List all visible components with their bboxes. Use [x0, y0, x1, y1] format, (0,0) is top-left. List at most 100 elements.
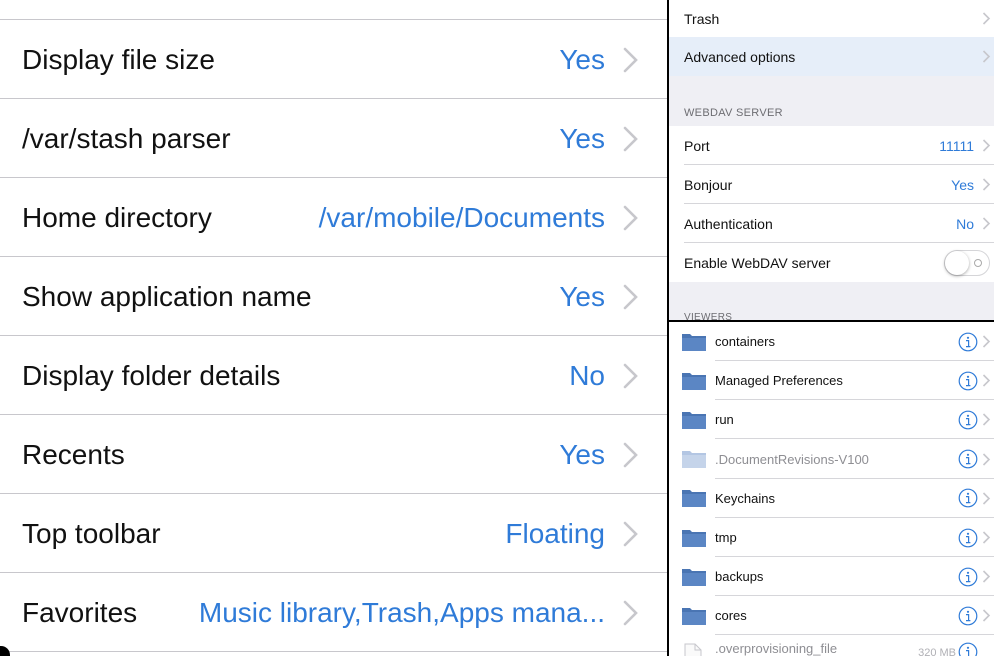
file-size: 320 MB — [918, 647, 956, 656]
setting-row[interactable]: Recents Yes — [0, 415, 667, 494]
info-icon[interactable] — [958, 488, 978, 508]
folder-name: containers — [715, 334, 775, 349]
folder-name: backups — [715, 569, 764, 585]
folder-row[interactable]: backups — [669, 557, 994, 597]
chevron-right-icon — [982, 335, 991, 348]
setting-value: Yes — [559, 43, 605, 75]
folder-icon — [682, 333, 706, 351]
enable-webdav-row: Enable WebDAV server — [669, 243, 994, 282]
settings-list-left: Display file size Yes/var/stash parser Yes… — [0, 0, 667, 656]
setting-label: Favorites — [22, 596, 138, 628]
info-icon[interactable] — [958, 449, 978, 469]
info-icon[interactable] — [958, 410, 978, 430]
authentication-value: No — [956, 215, 974, 232]
split-screen: Display file size Yes/var/stash parser Yes… — [0, 0, 994, 656]
trash-label: Trash — [684, 10, 720, 27]
folder-row[interactable]: Keychains — [669, 479, 994, 518]
setting-row[interactable]: Favorites Music library,Trash,Apps mana..… — [0, 573, 667, 652]
chevron-right-icon — [982, 50, 991, 63]
setting-label: Home directory — [22, 201, 212, 233]
setting-value: Music library,Trash,Apps mana... — [198, 596, 605, 628]
port-value: 11111 — [939, 137, 974, 154]
folder-name: cores — [715, 608, 747, 624]
folder-row[interactable]: run — [669, 400, 994, 440]
setting-value: Floating — [505, 517, 605, 549]
enable-webdav-toggle[interactable] — [944, 249, 990, 276]
advanced-options-label: Advanced options — [684, 48, 796, 65]
chevron-right-icon — [982, 217, 991, 230]
toggle-off-icon — [974, 258, 982, 267]
info-icon[interactable] — [958, 528, 978, 548]
viewers-section-header: VIEWERS — [684, 312, 733, 320]
enable-webdav-label: Enable WebDAV server — [684, 254, 831, 271]
port-row[interactable]: Port 11111 — [669, 126, 994, 165]
folder-icon — [682, 607, 706, 625]
folder-row[interactable]: tmp — [669, 518, 994, 557]
folder-icon — [682, 490, 706, 508]
setting-label: Show application name — [22, 280, 312, 312]
setting-row[interactable]: Display file size Yes — [0, 20, 667, 99]
chevron-right-icon — [982, 492, 991, 505]
file-row[interactable]: .overprovisioning_file 320 MB — [669, 634, 994, 656]
folder-row[interactable]: cores — [669, 596, 994, 636]
info-icon[interactable] — [958, 371, 978, 391]
chevron-right-icon — [982, 609, 991, 622]
chevron-right-icon — [982, 374, 991, 387]
chevron-right-icon — [982, 12, 991, 25]
split-divider-horizontal[interactable] — [669, 320, 994, 322]
chevron-right-icon — [982, 453, 991, 466]
divider — [0, 651, 667, 652]
folder-name: Managed Preferences — [715, 373, 843, 389]
setting-row[interactable]: Show application name Yes — [0, 257, 667, 336]
chevron-right-icon — [623, 600, 638, 625]
chevron-right-icon — [623, 363, 638, 388]
chevron-right-icon — [623, 442, 638, 467]
chevron-right-icon — [982, 178, 991, 191]
chevron-right-icon — [982, 413, 991, 426]
advanced-options-row[interactable]: Advanced options — [669, 37, 994, 76]
setting-label: Display file size — [22, 43, 215, 75]
file-icon — [684, 643, 702, 656]
chevron-right-icon — [623, 205, 638, 230]
folder-icon — [682, 451, 706, 469]
setting-row[interactable]: Top toolbar Floating — [0, 494, 667, 573]
toggle-knob — [945, 250, 969, 275]
info-icon[interactable] — [958, 642, 978, 656]
folder-row[interactable]: containers — [669, 322, 994, 361]
folder-icon — [682, 411, 706, 429]
port-label: Port — [684, 137, 710, 154]
info-icon[interactable] — [958, 567, 978, 587]
setting-row[interactable]: Home directory/var/mobile/Documents — [0, 178, 667, 257]
chevron-right-icon — [982, 139, 991, 152]
folder-name: Keychains — [715, 490, 775, 506]
settings-panel: Trash Advanced options WEBDAV SERVER Por… — [669, 0, 994, 320]
chevron-right-icon — [623, 126, 638, 151]
folder-icon — [682, 568, 706, 586]
setting-row[interactable]: Display folder details No — [0, 336, 667, 415]
folder-row[interactable]: .DocumentRevisions-V100 — [669, 440, 994, 479]
authentication-row[interactable]: Authentication No — [669, 204, 994, 243]
folder-icon — [682, 372, 706, 390]
file-browser: containers Managed Preferences run .Documen… — [669, 322, 994, 656]
setting-row[interactable]: /var/stash parser Yes — [0, 99, 667, 178]
chevron-right-icon — [982, 570, 991, 583]
folder-name: .DocumentRevisions-V100 — [715, 451, 869, 467]
folder-name: tmp — [715, 530, 737, 545]
info-icon[interactable] — [958, 606, 978, 626]
split-divider[interactable] — [667, 0, 669, 656]
folder-row[interactable]: Managed Preferences — [669, 361, 994, 401]
folder-name: run — [715, 412, 734, 428]
chevron-right-icon — [623, 521, 638, 546]
setting-value: Yes — [559, 280, 605, 312]
folder-icon — [682, 529, 706, 547]
setting-value: /var/mobile/Documents — [318, 201, 605, 233]
authentication-label: Authentication — [684, 215, 773, 232]
bonjour-row[interactable]: Bonjour Yes — [669, 165, 994, 204]
bonjour-value: Yes — [951, 176, 974, 193]
trash-row[interactable]: Trash — [669, 0, 994, 37]
file-name: .overprovisioning_file — [715, 641, 838, 656]
info-icon[interactable] — [958, 332, 978, 352]
chevron-right-icon — [982, 531, 991, 544]
setting-label: Recents — [22, 438, 125, 470]
setting-value: Yes — [559, 122, 605, 154]
